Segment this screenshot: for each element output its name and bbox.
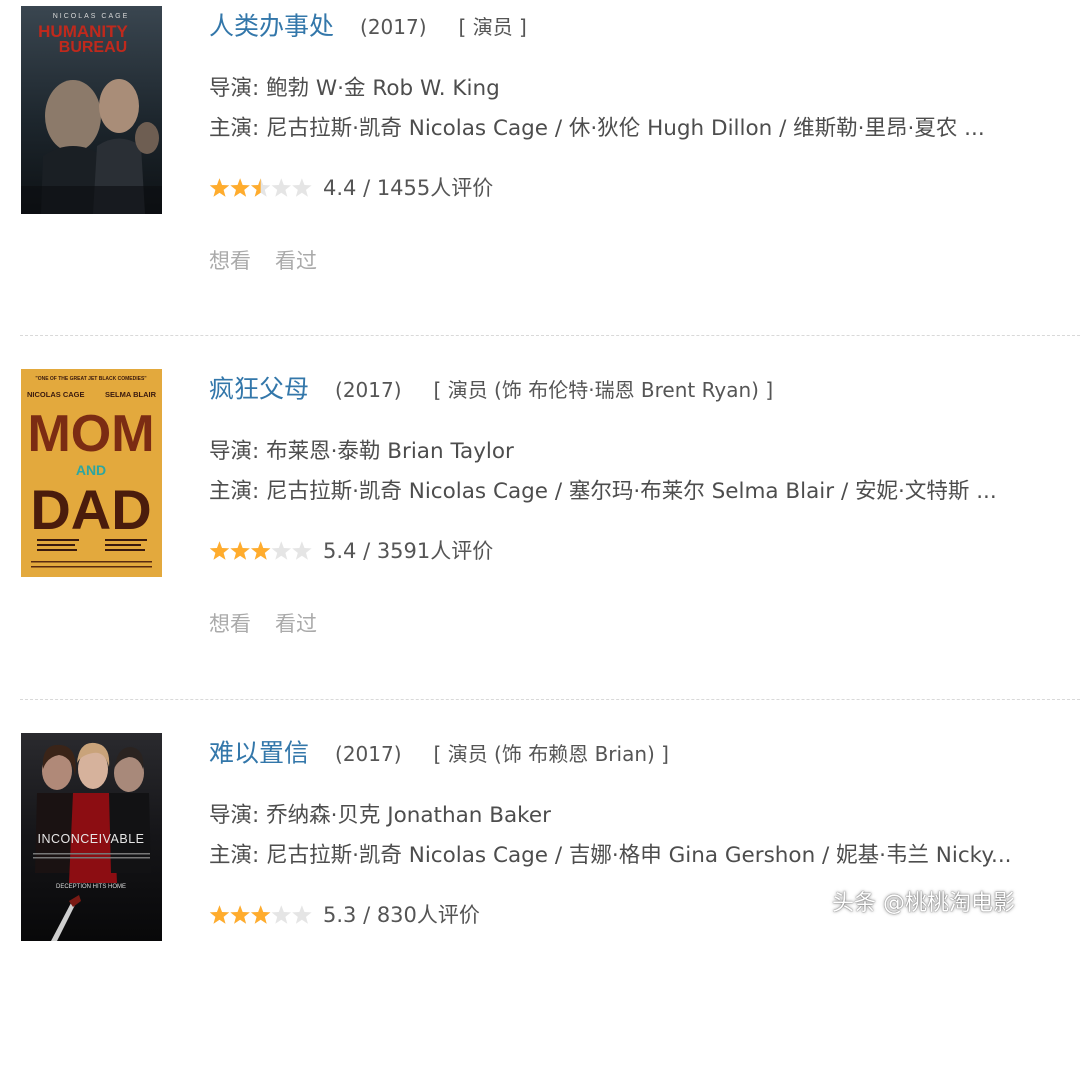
poster-actor-right: SELMA BLAIR xyxy=(105,390,157,399)
movie-poster[interactable]: NICOLAS CAGE HUMANITY BUREAU xyxy=(21,6,162,214)
rating-stars-icon xyxy=(209,904,312,924)
movie-year: (2017) xyxy=(335,741,402,766)
star-full-icon xyxy=(251,540,271,560)
movie-poster[interactable]: "ONE OF THE GREAT JET BLACK COMEDIES" NI… xyxy=(21,369,162,577)
title-row: 疯狂父母 (2017) [ 演员 (饰 布伦特·瑞恩 Brent Ryan) ] xyxy=(209,371,773,407)
movie-item: "ONE OF THE GREAT JET BLACK COMEDIES" NI… xyxy=(0,363,1080,725)
watermark: 头条 @桃桃淘电影 xyxy=(832,891,1015,916)
poster-title-top: MOM xyxy=(27,405,154,463)
movie-title-link[interactable]: 难以置信 xyxy=(209,739,309,768)
star-full-icon xyxy=(230,540,250,560)
rating-score: 5.4 / 3591人评价 xyxy=(323,538,494,563)
movie-director: 导演: 乔纳森·贝克 Jonathan Baker xyxy=(209,803,551,828)
star-full-icon xyxy=(209,177,230,197)
star-empty-icon xyxy=(271,177,291,197)
want-to-watch-button[interactable]: 想看 xyxy=(209,612,251,636)
movie-item: NICOLAS CAGE HUMANITY BUREAU 人类办事处 (2017)… xyxy=(0,0,1080,362)
movie-cast: 主演: 尼古拉斯·凯奇 Nicolas Cage / 休·狄伦 Hugh Dil… xyxy=(209,116,985,141)
movie-role: [ 演员 (饰 布伦特·瑞恩 Brent Ryan) ] xyxy=(433,377,774,402)
star-full-icon xyxy=(209,540,230,560)
movie-rating: 5.3 / 830人评价 xyxy=(209,899,480,929)
movie-actions: 想看 看过 xyxy=(209,608,317,638)
star-full-icon xyxy=(251,904,271,924)
item-divider xyxy=(20,335,1080,336)
poster-tagline: DECEPTION HITS HOME xyxy=(56,884,126,890)
movie-year: (2017) xyxy=(360,14,427,39)
movie-director: 导演: 鲍勃 W·金 Rob W. King xyxy=(209,76,500,101)
movie-title-link[interactable]: 人类办事处 xyxy=(209,12,334,41)
want-to-watch-button[interactable]: 想看 xyxy=(209,249,251,273)
movie-list: NICOLAS CAGE HUMANITY BUREAU 人类办事处 (2017)… xyxy=(0,0,1080,941)
movie-cast: 主演: 尼古拉斯·凯奇 Nicolas Cage / 吉娜·格申 Gina Ge… xyxy=(209,843,1012,868)
movie-rating: 4.4 / 1455人评价 xyxy=(209,172,493,202)
movie-role: [ 演员 ] xyxy=(458,14,527,39)
star-empty-icon xyxy=(271,540,291,560)
rating-stars-icon xyxy=(209,177,312,197)
poster-image: NICOLAS CAGE HUMANITY BUREAU xyxy=(21,6,162,214)
movie-role: [ 演员 (饰 布赖恩 Brian) ] xyxy=(433,741,669,766)
poster-image: INCONCEIVABLE DECEPTION HITS HOME xyxy=(21,733,162,941)
star-empty-icon xyxy=(292,540,312,560)
watched-button[interactable]: 看过 xyxy=(275,612,317,636)
poster-top-text: NICOLAS CAGE xyxy=(53,13,130,20)
poster-actor-left: NICOLAS CAGE xyxy=(27,390,85,399)
poster-tagline: "ONE OF THE GREAT JET BLACK COMEDIES" xyxy=(35,376,147,382)
star-empty-icon xyxy=(292,904,312,924)
star-full-icon xyxy=(209,904,230,924)
movie-cast: 主演: 尼古拉斯·凯奇 Nicolas Cage / 塞尔玛·布莱尔 Selma… xyxy=(209,479,997,504)
movie-rating: 5.4 / 3591人评价 xyxy=(209,535,493,565)
poster-title-2: BUREAU xyxy=(59,39,127,56)
rating-score: 4.4 / 1455人评价 xyxy=(323,175,494,200)
item-divider xyxy=(20,699,1080,700)
poster-title: INCONCEIVABLE xyxy=(38,832,145,846)
star-empty-icon xyxy=(292,177,312,197)
movie-year: (2017) xyxy=(335,377,402,402)
poster-title-bottom: DAD xyxy=(30,478,151,541)
movie-poster[interactable]: INCONCEIVABLE DECEPTION HITS HOME xyxy=(21,733,162,941)
rating-stars-icon xyxy=(209,540,312,560)
movie-director: 导演: 布莱恩·泰勒 Brian Taylor xyxy=(209,439,514,464)
star-full-icon xyxy=(230,904,250,924)
poster-title-mid: AND xyxy=(76,462,106,478)
title-row: 人类办事处 (2017) [ 演员 ] xyxy=(209,8,527,44)
movie-title-link[interactable]: 疯狂父母 xyxy=(209,375,309,404)
star-empty-icon xyxy=(271,904,291,924)
rating-score: 5.3 / 830人评价 xyxy=(323,902,480,927)
star-full-icon xyxy=(230,177,250,197)
watched-button[interactable]: 看过 xyxy=(275,249,317,273)
title-row: 难以置信 (2017) [ 演员 (饰 布赖恩 Brian) ] xyxy=(209,735,669,771)
movie-actions: 想看 看过 xyxy=(209,245,317,275)
poster-image: "ONE OF THE GREAT JET BLACK COMEDIES" NI… xyxy=(21,369,162,577)
